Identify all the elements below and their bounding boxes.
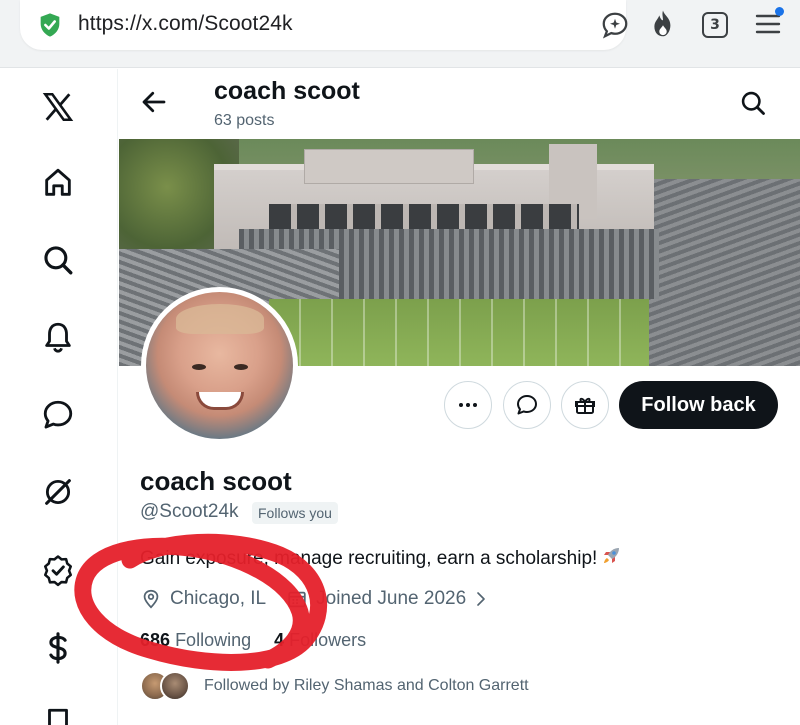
tabs-icon[interactable]: 3 — [702, 12, 728, 38]
url-text[interactable]: https://x.com/Scoot24k — [78, 12, 293, 36]
bookmark-icon[interactable] — [36, 701, 80, 725]
follow-counts: 686 Following 4 Followers — [140, 630, 366, 651]
mutual-avatar-2 — [160, 671, 190, 701]
avatar-eye-left — [192, 364, 206, 370]
avatar-smile — [196, 392, 244, 410]
fire-icon[interactable] — [648, 8, 678, 40]
search-icon[interactable] — [36, 238, 80, 282]
chat-bubble-icon[interactable] — [36, 393, 80, 437]
avatar[interactable] — [141, 287, 298, 444]
chat-bubble-icon — [517, 395, 537, 415]
followed-by-text: Followed by Riley Shamas and Colton Garr… — [204, 677, 529, 694]
following-label: Following — [175, 630, 252, 650]
rocket-icon — [604, 548, 620, 563]
notification-dot — [775, 7, 784, 16]
banner-windows — [269, 204, 579, 230]
gift-button[interactable] — [561, 381, 609, 429]
header-title: coach scoot — [214, 77, 360, 105]
more-dots-icon — [459, 403, 477, 407]
grok-icon[interactable] — [36, 470, 80, 514]
avatar-photo — [146, 292, 293, 439]
bell-icon[interactable] — [36, 315, 80, 359]
avatar-hair — [176, 304, 264, 334]
grok-chat-button[interactable] — [503, 381, 551, 429]
profile-meta: Chicago, IL Joined June 2026 — [140, 586, 490, 612]
shield-check-icon[interactable] — [36, 11, 64, 39]
address-bar[interactable]: https://x.com/Scoot24k — [20, 0, 628, 50]
following-link[interactable]: 686 Following — [140, 630, 251, 650]
mutual-avatars — [140, 671, 192, 701]
following-count: 686 — [140, 630, 171, 650]
avatar-eye-right — [234, 364, 248, 370]
joined-date: Joined June 2026 — [316, 588, 467, 609]
calendar-icon — [288, 591, 306, 608]
followers-link[interactable]: 4 Followers — [274, 630, 366, 650]
location-pin-icon — [143, 589, 159, 609]
profile-bio: Gain exposure, manage recruiting, earn a… — [140, 544, 623, 570]
verified-icon[interactable] — [36, 548, 80, 592]
more-options-button[interactable] — [444, 381, 492, 429]
follows-you-badge: Follows you — [252, 502, 338, 524]
home-icon[interactable] — [36, 161, 80, 205]
user-handle: @Scoot24k — [140, 501, 239, 522]
followers-label: Followers — [289, 630, 367, 650]
sparkle-chat-icon[interactable] — [600, 10, 630, 40]
display-name: coach scoot — [140, 466, 292, 496]
left-navigation — [0, 69, 118, 725]
search-icon[interactable] — [739, 89, 767, 117]
location-text: Chicago, IL — [170, 588, 267, 609]
followers-count: 4 — [274, 630, 285, 650]
gift-icon — [575, 397, 595, 414]
banner-press-box-top — [304, 149, 474, 184]
browser-toolbar: https://x.com/Scoot24k 3 — [0, 0, 800, 68]
back-arrow-icon[interactable] — [139, 87, 169, 117]
x-logo-icon[interactable] — [36, 85, 80, 129]
followed-by-row[interactable]: Followed by Riley Shamas and Colton Garr… — [140, 671, 529, 701]
post-count: 63 posts — [214, 112, 275, 129]
bio-text: Gain exposure, manage recruiting, earn a… — [140, 548, 598, 569]
follow-back-button[interactable]: Follow back — [619, 381, 778, 429]
banner-field-lines — [269, 299, 649, 366]
chevron-right-icon[interactable] — [472, 590, 490, 608]
profile-header: coach scoot 63 posts — [119, 69, 800, 139]
dollar-icon[interactable] — [36, 626, 80, 670]
